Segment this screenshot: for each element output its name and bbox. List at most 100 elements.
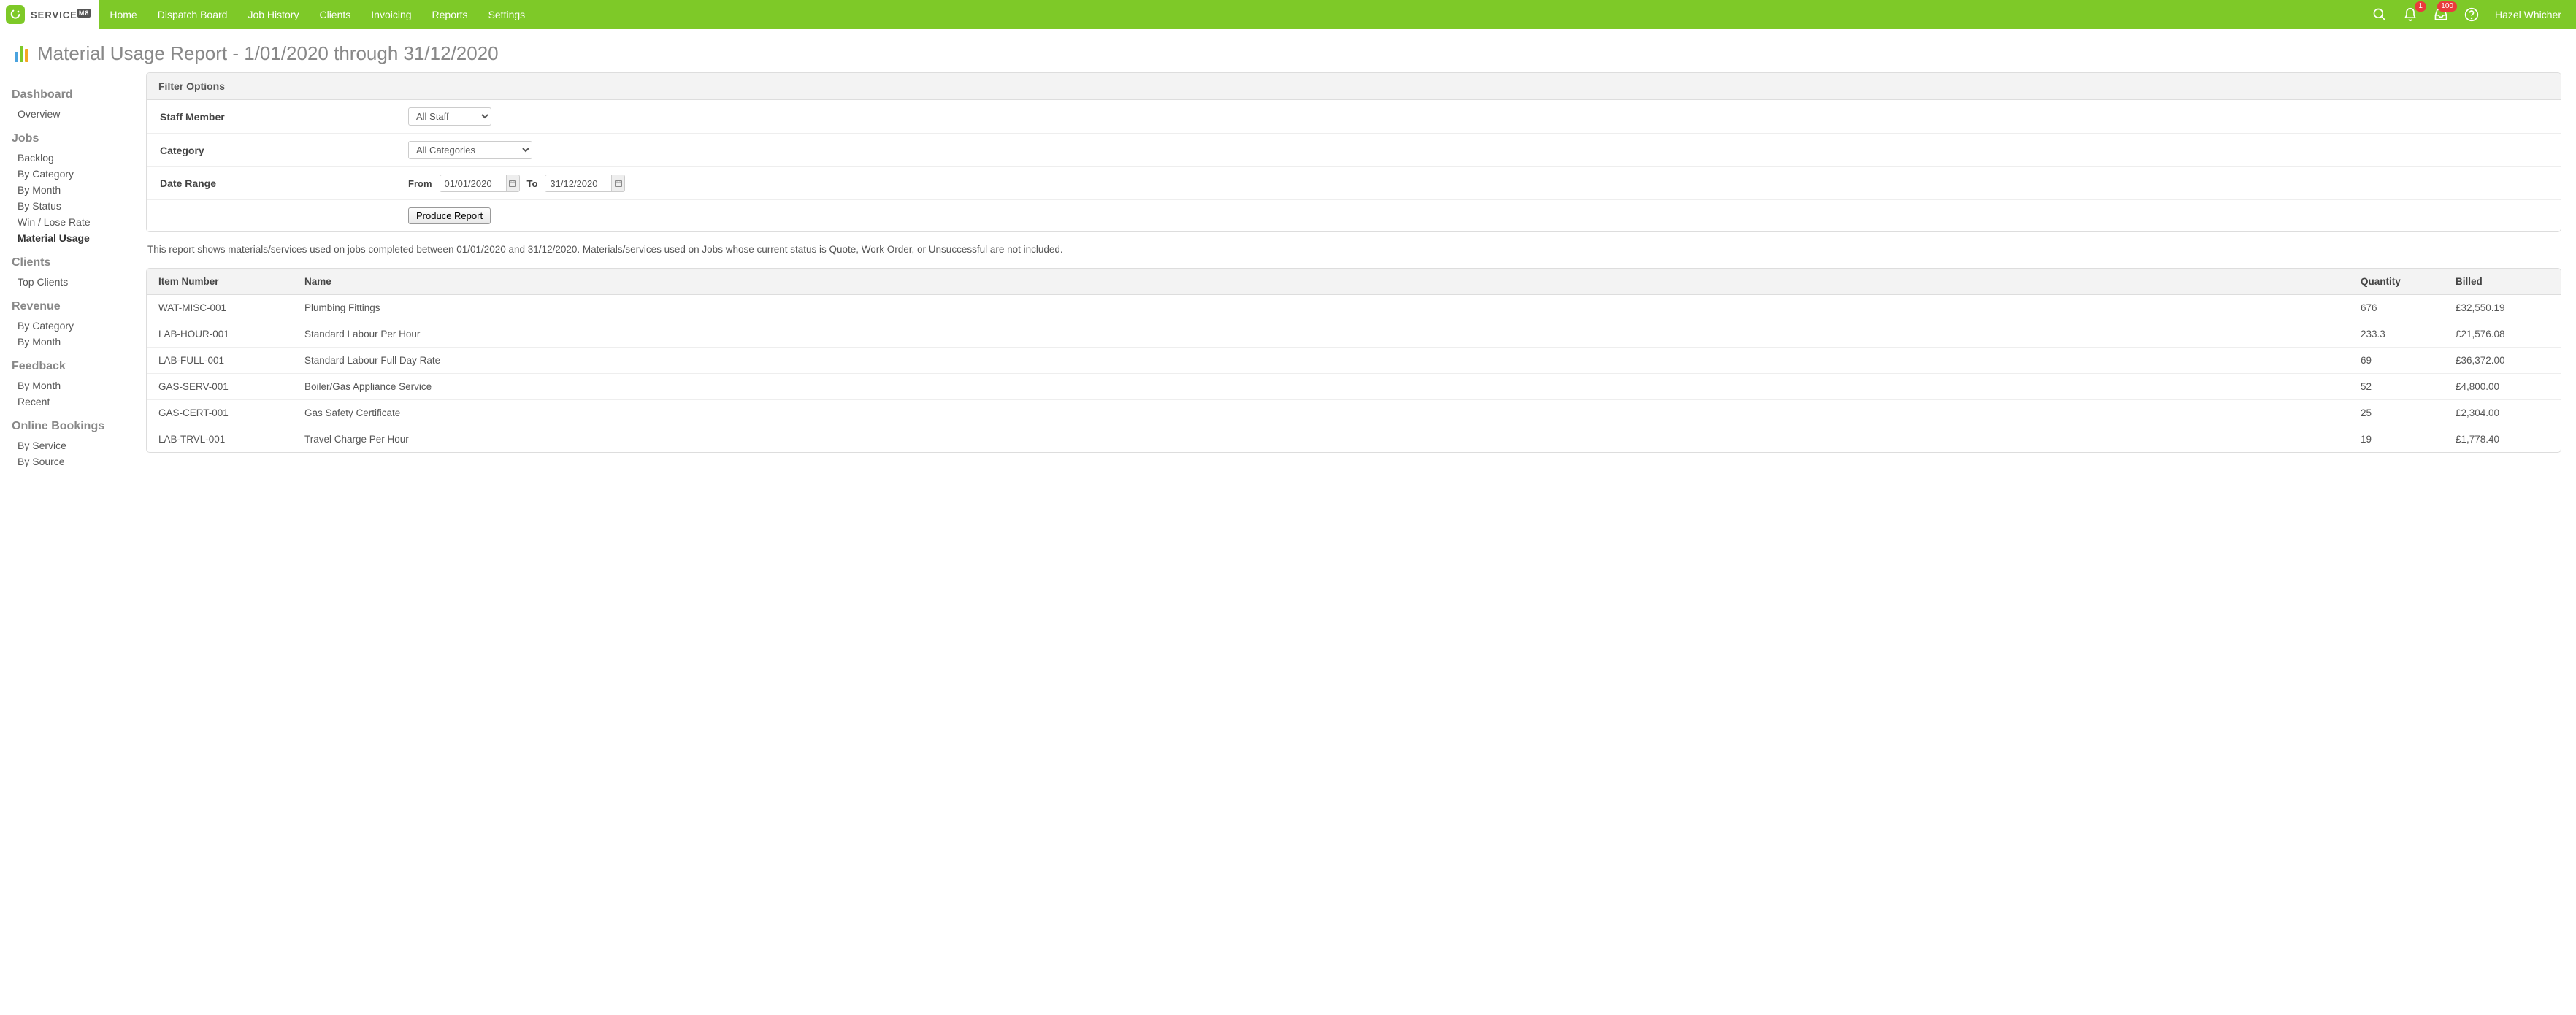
cell-name: Plumbing Fittings: [293, 295, 2349, 321]
sidebar-item-recent[interactable]: Recent: [12, 394, 131, 410]
to-date-wrap: [545, 175, 625, 192]
cell-item: WAT-MISC-001: [147, 295, 293, 321]
nav-reports[interactable]: Reports: [422, 0, 478, 29]
sidebar-item-by-category[interactable]: By Category: [12, 166, 131, 182]
cell-qty: 676: [2349, 295, 2444, 321]
sidebar-group-feedback: Feedback: [12, 360, 131, 373]
staff-label: Staff Member: [160, 111, 408, 123]
nav-right: 1 100 Hazel Whicher: [2372, 0, 2576, 29]
nav-dispatch-board[interactable]: Dispatch Board: [147, 0, 238, 29]
table-row[interactable]: LAB-TRVL-001Travel Charge Per Hour19£1,7…: [147, 426, 2561, 452]
table-header: Item Number Name Quantity Billed: [147, 269, 2561, 295]
sidebar-item-top-clients[interactable]: Top Clients: [12, 274, 131, 290]
calendar-icon[interactable]: [611, 175, 624, 191]
top-nav: SERVICEM8 HomeDispatch BoardJob HistoryC…: [0, 0, 2576, 29]
inbox-icon[interactable]: 100: [2434, 7, 2448, 22]
filter-panel: Filter Options Staff Member All Staff Ca…: [146, 72, 2561, 232]
cell-name: Standard Labour Full Day Rate: [293, 348, 2349, 373]
table-row[interactable]: WAT-MISC-001Plumbing Fittings676£32,550.…: [147, 295, 2561, 321]
sidebar-item-by-category[interactable]: By Category: [12, 318, 131, 334]
col-name: Name: [293, 269, 2349, 294]
col-billed: Billed: [2444, 269, 2561, 294]
cell-name: Travel Charge Per Hour: [293, 426, 2349, 452]
sidebar: DashboardOverviewJobsBacklogBy CategoryB…: [0, 72, 131, 484]
cell-billed: £1,778.40: [2444, 426, 2561, 452]
table-row[interactable]: GAS-CERT-001Gas Safety Certificate25£2,3…: [147, 400, 2561, 426]
username[interactable]: Hazel Whicher: [2495, 9, 2561, 20]
sidebar-item-by-month[interactable]: By Month: [12, 182, 131, 198]
help-icon[interactable]: [2464, 7, 2479, 22]
cell-billed: £21,576.08: [2444, 321, 2561, 347]
produce-report-button[interactable]: Produce Report: [408, 207, 491, 224]
search-icon[interactable]: [2372, 7, 2387, 22]
sidebar-item-backlog[interactable]: Backlog: [12, 150, 131, 166]
page-title-row: Material Usage Report - 1/01/2020 throug…: [0, 29, 2576, 72]
to-label: To: [527, 178, 538, 189]
table-row[interactable]: LAB-HOUR-001Standard Labour Per Hour233.…: [147, 321, 2561, 348]
from-label: From: [408, 178, 432, 189]
notifications-badge: 1: [2415, 1, 2426, 12]
sidebar-item-material-usage[interactable]: Material Usage: [12, 230, 131, 246]
sidebar-item-by-month[interactable]: By Month: [12, 334, 131, 350]
nav-home[interactable]: Home: [99, 0, 147, 29]
cell-qty: 25: [2349, 400, 2444, 426]
cell-billed: £2,304.00: [2444, 400, 2561, 426]
cell-name: Gas Safety Certificate: [293, 400, 2349, 426]
nav-job-history[interactable]: Job History: [237, 0, 309, 29]
cell-name: Standard Labour Per Hour: [293, 321, 2349, 347]
col-quantity: Quantity: [2349, 269, 2444, 294]
cell-qty: 69: [2349, 348, 2444, 373]
filter-row-submit: Produce Report: [147, 200, 2561, 231]
sidebar-item-win-lose-rate[interactable]: Win / Lose Rate: [12, 214, 131, 230]
cell-qty: 233.3: [2349, 321, 2444, 347]
sidebar-item-by-source[interactable]: By Source: [12, 453, 131, 470]
cell-item: LAB-FULL-001: [147, 348, 293, 373]
cell-billed: £36,372.00: [2444, 348, 2561, 373]
sidebar-group-clients: Clients: [12, 256, 131, 269]
page-title: Material Usage Report - 1/01/2020 throug…: [37, 42, 499, 65]
bar-chart-icon: [15, 46, 28, 62]
cell-name: Boiler/Gas Appliance Service: [293, 374, 2349, 399]
to-date-input[interactable]: [545, 176, 611, 191]
nav-clients[interactable]: Clients: [309, 0, 361, 29]
sidebar-group-jobs: Jobs: [12, 132, 131, 145]
inbox-badge: 100: [2437, 1, 2457, 12]
category-label: Category: [160, 145, 408, 156]
brand-text: SERVICEM8: [31, 9, 91, 20]
nav-settings[interactable]: Settings: [478, 0, 536, 29]
brand[interactable]: SERVICEM8: [0, 0, 99, 29]
staff-select[interactable]: All Staff: [408, 107, 491, 126]
cell-item: GAS-SERV-001: [147, 374, 293, 399]
cell-item: LAB-TRVL-001: [147, 426, 293, 452]
nav-items: HomeDispatch BoardJob HistoryClientsInvo…: [99, 0, 535, 29]
sidebar-item-by-service[interactable]: By Service: [12, 437, 131, 453]
daterange-label: Date Range: [160, 177, 408, 189]
notifications-icon[interactable]: 1: [2403, 7, 2418, 22]
filter-header: Filter Options: [147, 73, 2561, 100]
sidebar-group-online-bookings: Online Bookings: [12, 420, 131, 433]
report-note: This report shows materials/services use…: [147, 244, 2560, 255]
from-date-input[interactable]: [440, 176, 506, 191]
brand-logo-icon: [6, 5, 25, 24]
content: Filter Options Staff Member All Staff Ca…: [131, 72, 2576, 484]
sidebar-item-by-status[interactable]: By Status: [12, 198, 131, 214]
cell-item: GAS-CERT-001: [147, 400, 293, 426]
cell-billed: £4,800.00: [2444, 374, 2561, 399]
table-row[interactable]: LAB-FULL-001Standard Labour Full Day Rat…: [147, 348, 2561, 374]
cell-billed: £32,550.19: [2444, 295, 2561, 321]
from-date-wrap: [440, 175, 520, 192]
col-item-number: Item Number: [147, 269, 293, 294]
calendar-icon[interactable]: [506, 175, 519, 191]
category-select[interactable]: All Categories: [408, 141, 532, 159]
filter-row-category: Category All Categories: [147, 134, 2561, 167]
results-table: Item Number Name Quantity Billed WAT-MIS…: [146, 268, 2561, 453]
nav-invoicing[interactable]: Invoicing: [361, 0, 421, 29]
table-row[interactable]: GAS-SERV-001Boiler/Gas Appliance Service…: [147, 374, 2561, 400]
sidebar-item-overview[interactable]: Overview: [12, 106, 131, 122]
filter-row-staff: Staff Member All Staff: [147, 100, 2561, 134]
filter-row-daterange: Date Range From To: [147, 167, 2561, 200]
cell-qty: 19: [2349, 426, 2444, 452]
sidebar-group-dashboard: Dashboard: [12, 88, 131, 102]
sidebar-item-by-month[interactable]: By Month: [12, 378, 131, 394]
cell-item: LAB-HOUR-001: [147, 321, 293, 347]
